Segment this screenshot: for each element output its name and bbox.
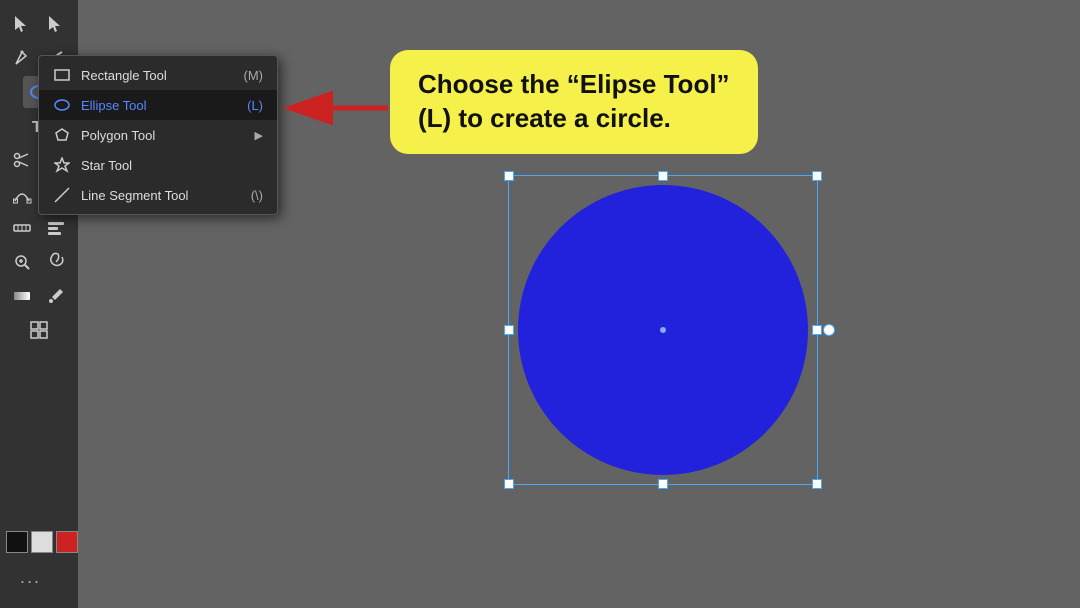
pen-tool[interactable] (6, 42, 38, 74)
dropper-tool[interactable] (40, 280, 72, 312)
rectangle-icon (53, 66, 71, 84)
foreground-swatch[interactable] (6, 531, 28, 553)
menu-item-line[interactable]: Line Segment Tool (\) (39, 180, 277, 210)
callout-text: Choose the “Elipse Tool” (L) to create a… (418, 68, 730, 136)
grid-tool[interactable] (23, 314, 55, 346)
center-point (660, 327, 666, 333)
rotation-handle[interactable] (823, 324, 835, 336)
paint-tools-row (6, 280, 72, 312)
zoom-tool[interactable] (6, 246, 38, 278)
arrow-callout (278, 88, 398, 133)
ellipse-icon (53, 96, 71, 114)
color-swatches-area (6, 531, 78, 553)
line-icon (53, 186, 71, 204)
gradient-tool[interactable] (6, 280, 38, 312)
node-tool[interactable] (6, 178, 38, 210)
handle-top-right[interactable] (812, 171, 822, 181)
menu-item-star[interactable]: Star Tool (39, 150, 277, 180)
zoom-tools-row (6, 246, 72, 278)
select-tools-row (6, 8, 72, 40)
polygon-icon (53, 126, 71, 144)
scissors-tool[interactable] (6, 144, 38, 176)
handle-bottom-center[interactable] (658, 479, 668, 489)
selection-box (508, 175, 818, 485)
menu-item-rectangle-label: Rectangle Tool (81, 68, 167, 83)
menu-item-star-label: Star Tool (81, 158, 132, 173)
direct-select-tool[interactable] (40, 8, 72, 40)
menu-item-rectangle-shortcut: (M) (244, 68, 264, 83)
menu-item-polygon[interactable]: Polygon Tool ▶ (39, 120, 277, 150)
submenu-arrow: ▶ (255, 129, 263, 142)
star-icon (53, 156, 71, 174)
more-tools-button[interactable]: ... (20, 567, 41, 588)
menu-item-line-label: Line Segment Tool (81, 188, 188, 203)
select-tool[interactable] (6, 8, 38, 40)
menu-item-ellipse-label: Ellipse Tool (81, 98, 147, 113)
handle-top-left[interactable] (504, 171, 514, 181)
handle-top-center[interactable] (658, 171, 668, 181)
twirl-tool[interactable] (40, 246, 72, 278)
menu-item-ellipse-shortcut: (L) (247, 98, 263, 113)
align-tool[interactable] (40, 212, 72, 244)
handle-bottom-right[interactable] (812, 479, 822, 489)
stroke-swatch[interactable] (56, 531, 78, 553)
dropdown-menu: Rectangle Tool (M) Ellipse Tool (L) Poly… (38, 55, 278, 215)
menu-item-rectangle[interactable]: Rectangle Tool (M) (39, 60, 277, 90)
menu-item-line-shortcut: (\) (251, 188, 263, 203)
handle-middle-left[interactable] (504, 325, 514, 335)
callout-box: Choose the “Elipse Tool” (L) to create a… (390, 50, 758, 154)
measure-tool[interactable] (6, 212, 38, 244)
menu-item-polygon-label: Polygon Tool (81, 128, 155, 143)
handle-middle-right[interactable] (812, 325, 822, 335)
handle-bottom-left[interactable] (504, 479, 514, 489)
measure-tools-row (6, 212, 72, 244)
grid-tools-row (23, 314, 55, 346)
menu-item-ellipse[interactable]: Ellipse Tool (L) (39, 90, 277, 120)
background-swatch[interactable] (31, 531, 53, 553)
circle-container (508, 175, 818, 485)
